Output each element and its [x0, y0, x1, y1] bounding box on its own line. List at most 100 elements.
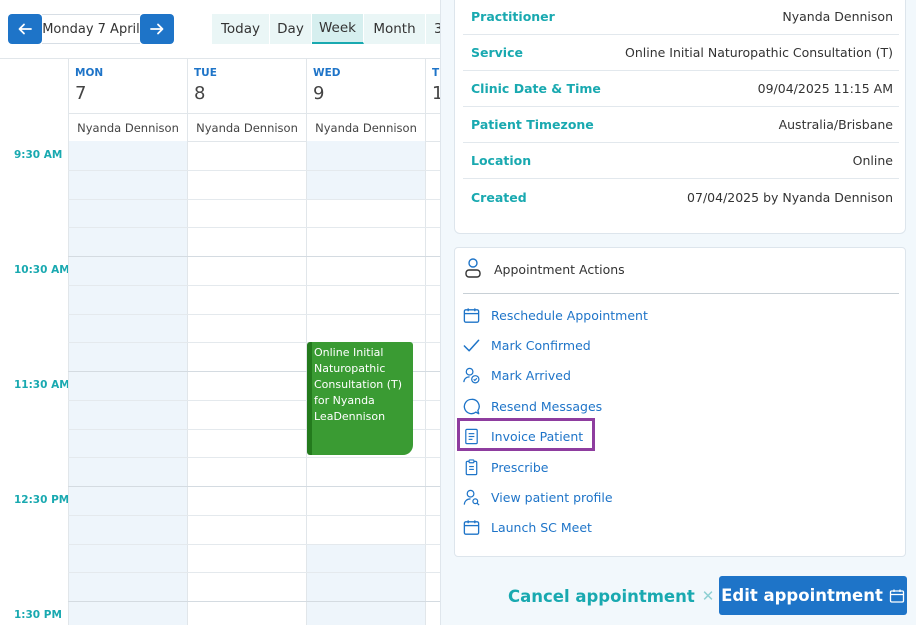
tab-day[interactable]: Day [270, 14, 312, 44]
edit-appointment-label: Edit appointment [721, 586, 883, 605]
arrow-left-icon [18, 23, 32, 35]
appointment-details-card: Practitioner Nyanda Dennison Service Onl… [454, 0, 906, 234]
user-check-icon [461, 365, 481, 385]
day-header-tue[interactable]: TUE 8 Nyanda Dennison [187, 59, 306, 142]
day-number: 8 [194, 83, 206, 104]
detail-label: Practitioner [471, 9, 555, 24]
cancel-appointment-label: Cancel appointment [508, 586, 695, 606]
action-label: Reschedule Appointment [491, 307, 648, 323]
grid-line [68, 227, 440, 228]
day-number: 7 [75, 83, 87, 104]
action-label: Prescribe [491, 459, 549, 475]
detail-value: Nyanda Dennison [782, 9, 893, 24]
grid-line [68, 199, 440, 200]
day-practitioner: Nyanda Dennison [188, 113, 306, 142]
day-name: MON [75, 67, 104, 79]
day-practitioner [426, 113, 440, 142]
view-tabs: Today Day Week Month 3 [212, 14, 440, 44]
day-column-tue[interactable] [187, 141, 306, 625]
grid-line [68, 457, 440, 458]
appointment-actions-card: Appointment Actions Reschedule Appointme… [454, 247, 906, 557]
day-practitioner: Nyanda Dennison [69, 113, 187, 142]
tab-3-day[interactable]: 3 [426, 14, 440, 44]
day-header-mon[interactable]: MON 7 Nyanda Dennison [68, 59, 187, 142]
grid-line [68, 256, 440, 257]
action-label: Launch SC Meet [491, 519, 592, 535]
grid-line [68, 486, 440, 487]
current-date-label: Monday 7 April [42, 14, 140, 44]
detail-label: Created [471, 189, 527, 205]
day-name: TUE [194, 67, 217, 79]
reschedule-appointment-action[interactable]: Reschedule Appointment [461, 301, 761, 329]
launch-sc-meet-action[interactable]: Launch SC Meet [461, 513, 761, 541]
check-icon [461, 335, 481, 355]
chat-bubble-icon [461, 396, 481, 416]
time-label: 11:30 AM [14, 379, 70, 391]
day-column-thu[interactable] [425, 141, 440, 625]
calendar-video-icon [461, 517, 481, 537]
day-name: WED [313, 67, 341, 79]
detail-row-created: Created 07/04/2025 by Nyanda Dennison [463, 179, 899, 215]
action-label: Mark Confirmed [491, 337, 591, 353]
resend-messages-action[interactable]: Resend Messages [461, 392, 761, 420]
edit-appointment-button[interactable]: Edit appointment [719, 576, 907, 615]
day-column-mon[interactable] [68, 141, 187, 625]
tab-week[interactable]: Week [312, 14, 364, 44]
day-name: THU [432, 67, 440, 79]
arrow-right-icon [150, 23, 164, 35]
grid-line [68, 170, 440, 171]
action-label: Resend Messages [491, 398, 603, 414]
detail-value: 09/04/2025 11:15 AM [757, 81, 893, 96]
time-label: 10:30 AM [14, 264, 70, 276]
detail-label: Patient Timezone [471, 117, 594, 132]
mark-arrived-action[interactable]: Mark Arrived [461, 361, 761, 389]
detail-label: Location [471, 153, 532, 168]
day-headers: MON 7 Nyanda Dennison TUE 8 Nyanda Denni… [0, 58, 440, 142]
invoice-patient-action[interactable]: Invoice Patient [461, 422, 761, 450]
appointment-actions-header: Appointment Actions [463, 254, 899, 294]
clipboard-icon [461, 457, 481, 477]
calendar-icon [461, 305, 481, 325]
next-week-button[interactable] [140, 14, 174, 44]
detail-value: Online Initial Naturopathic Consultation… [624, 45, 893, 60]
view-patient-profile-action[interactable]: View patient profile [461, 483, 761, 511]
action-label: View patient profile [491, 489, 613, 505]
cancel-appointment-button[interactable]: Cancel appointment ✕ [508, 578, 714, 614]
prescribe-action[interactable]: Prescribe [461, 453, 761, 481]
detail-label: Service [471, 45, 523, 60]
detail-row-patient-timezone: Patient Timezone Australia/Brisbane [463, 107, 899, 143]
time-label: 9:30 AM [14, 149, 63, 161]
grid-line [68, 601, 440, 602]
detail-value: Australia/Brisbane [778, 117, 893, 132]
detail-value: 07/04/2025 by Nyanda Dennison [687, 189, 893, 205]
detail-row-clinic-date-time: Clinic Date & Time 09/04/2025 11:15 AM [463, 71, 899, 107]
grid-line [68, 285, 440, 286]
appointment-panel: Practitioner Nyanda Dennison Service Onl… [440, 0, 916, 625]
close-icon: ✕ [701, 587, 715, 605]
mark-confirmed-action[interactable]: Mark Confirmed [461, 331, 761, 359]
shaded-slot [307, 544, 425, 625]
grid-line [68, 544, 440, 545]
day-number: 9 [313, 83, 325, 104]
tab-month[interactable]: Month [364, 14, 426, 44]
action-label: Invoice Patient [491, 428, 584, 444]
day-number: 1 [432, 83, 440, 104]
time-gutter: 9:30 AM 10:30 AM 11:30 AM 12:30 PM 1:30 … [0, 141, 70, 625]
grid-line [68, 314, 440, 315]
day-practitioner: Nyanda Dennison [307, 113, 425, 142]
detail-label: Clinic Date & Time [471, 81, 601, 96]
appointment-actions-title: Appointment Actions [494, 262, 625, 277]
detail-row-location: Location Online [463, 143, 899, 179]
tab-today[interactable]: Today [212, 14, 270, 44]
appointment-block[interactable]: Online Initial Naturopathic Consultation… [307, 342, 413, 455]
day-header-thu[interactable]: THU 1 [425, 59, 440, 142]
detail-value: Online [852, 153, 893, 168]
day-header-wed[interactable]: WED 9 Nyanda Dennison [306, 59, 425, 142]
invoice-icon [461, 426, 481, 446]
action-label: Mark Arrived [491, 367, 571, 383]
detail-row-practitioner: Practitioner Nyanda Dennison [463, 0, 899, 35]
grid-line [68, 572, 440, 573]
time-label: 12:30 PM [14, 494, 70, 506]
calendar-icon [889, 589, 905, 603]
previous-week-button[interactable] [8, 14, 42, 44]
